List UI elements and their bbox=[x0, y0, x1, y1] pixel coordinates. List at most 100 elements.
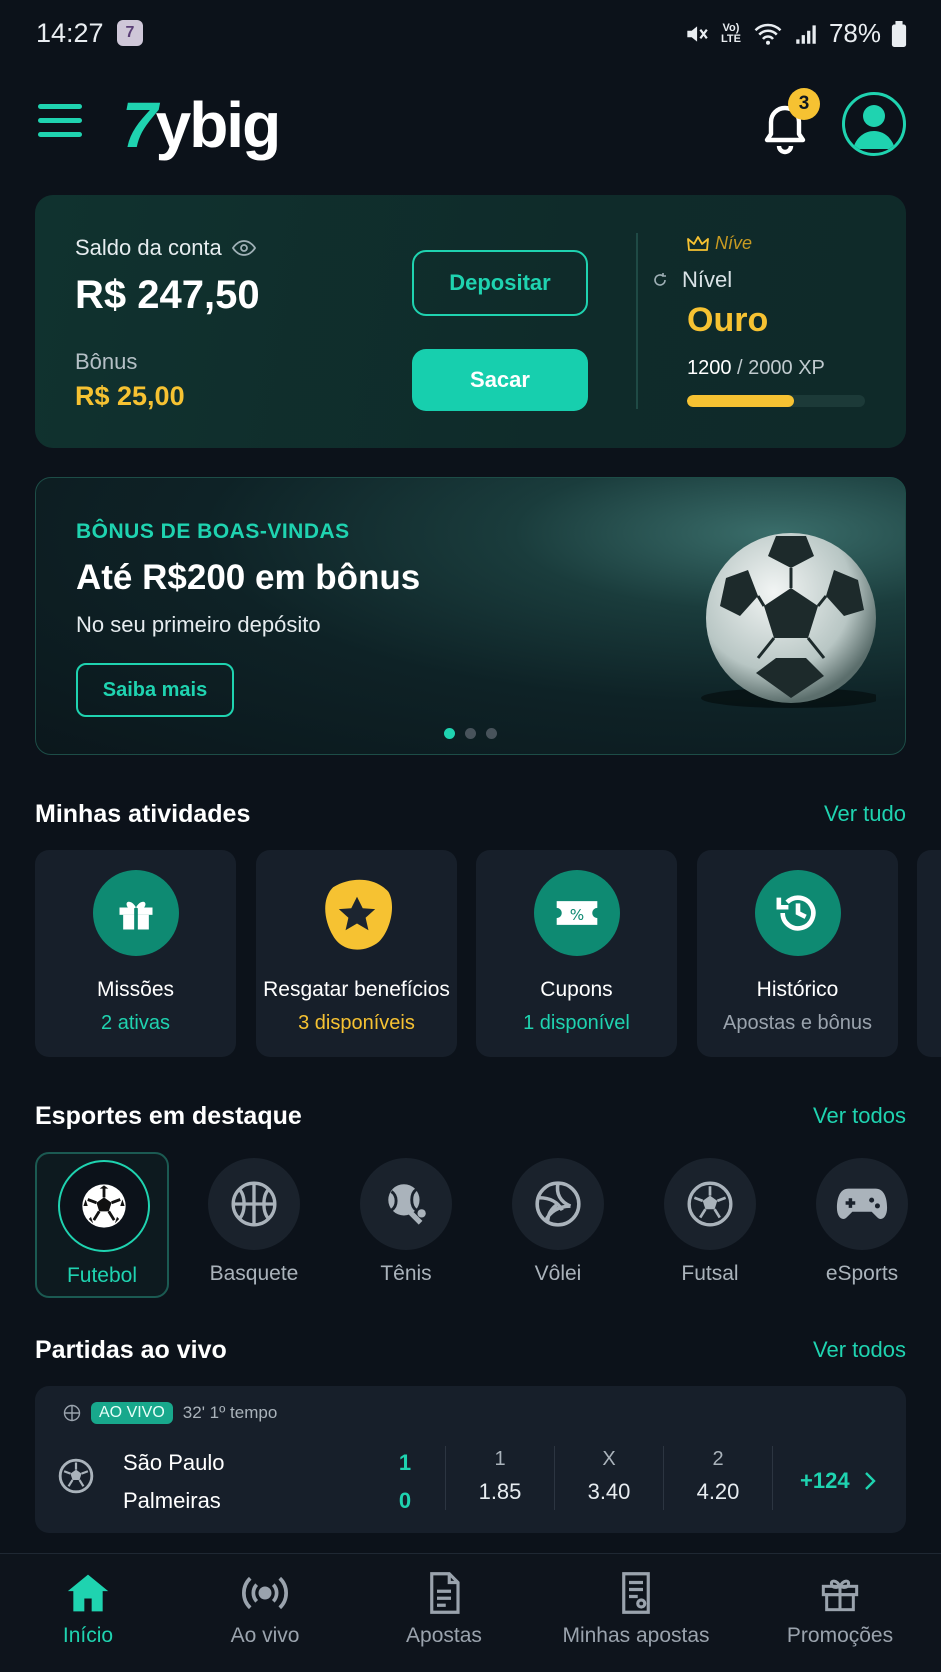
level-value: Ouro bbox=[687, 301, 769, 339]
mute-icon bbox=[687, 25, 708, 42]
bets-document-icon bbox=[430, 1572, 460, 1614]
activity-subtitle: Apostas e bônus bbox=[723, 1012, 872, 1034]
refresh-icon bbox=[654, 273, 666, 286]
bonus-label: Bônus bbox=[75, 349, 138, 374]
learn-more-button[interactable]: Saiba mais bbox=[76, 663, 234, 717]
coupon-icon: % bbox=[534, 870, 620, 956]
deposit-button[interactable]: Depositar bbox=[412, 250, 588, 316]
promo-banner[interactable]: BÔNUS DE BOAS-VINDAS Até R$200 em bônus … bbox=[35, 477, 906, 755]
activity-subtitle: 2 ativas bbox=[101, 1012, 170, 1034]
app-logo[interactable]: 7ybig bbox=[122, 88, 281, 162]
level-label: Nível bbox=[652, 267, 732, 293]
bottom-navigation: Início Ao vivo Apostas Minhas apostas Pr… bbox=[0, 1553, 941, 1672]
crown-icon bbox=[687, 235, 709, 251]
sport-tab-volei[interactable]: Vôlei bbox=[491, 1152, 625, 1298]
basketball-icon bbox=[208, 1158, 300, 1250]
banner-dot-2[interactable] bbox=[465, 728, 476, 739]
card-divider bbox=[636, 233, 638, 409]
odd-value: 3.40 bbox=[587, 1479, 631, 1504]
sport-label: Tênis bbox=[380, 1262, 432, 1285]
sport-label: Vôlei bbox=[534, 1262, 582, 1285]
soccer-ball-image bbox=[701, 533, 876, 708]
sport-tab-basquete[interactable]: Basquete bbox=[187, 1152, 321, 1298]
battery-icon bbox=[891, 20, 907, 47]
odd-label: 2 bbox=[712, 1448, 724, 1470]
chevron-right-icon bbox=[864, 1472, 876, 1490]
odd-draw-button[interactable]: X 3.40 bbox=[559, 1446, 659, 1516]
soccer-ball-icon bbox=[58, 1160, 150, 1252]
nav-bets[interactable]: Apostas bbox=[394, 1572, 494, 1648]
banner-pagination bbox=[444, 728, 497, 739]
status-bar: 14:27 7 Vo) LTE 78% bbox=[0, 0, 941, 68]
balance-value: R$ 247,50 bbox=[75, 273, 260, 317]
activity-card-missions[interactable]: Missões 2 ativas bbox=[35, 850, 236, 1057]
banner-subtitle: No seu primeiro depósito bbox=[76, 612, 321, 637]
activity-subtitle: 1 disponível bbox=[523, 1012, 630, 1034]
status-time: 14:27 bbox=[36, 18, 104, 48]
nav-my-bets[interactable]: Minhas apostas bbox=[556, 1572, 716, 1648]
live-see-all-link[interactable]: Ver todos bbox=[813, 1337, 906, 1363]
futsal-ball-icon bbox=[664, 1158, 756, 1250]
sports-carousel[interactable]: Futebol Basquete Tênis Vôlei Futsal eSpo… bbox=[35, 1152, 941, 1298]
odd-away-button[interactable]: 2 4.20 bbox=[668, 1446, 768, 1516]
odds-divider bbox=[663, 1446, 664, 1510]
xp-text: 1200 / 2000 XP bbox=[687, 357, 825, 379]
nav-home[interactable]: Início bbox=[50, 1572, 126, 1648]
activity-title: Cupons bbox=[540, 978, 613, 1001]
odd-value: 4.20 bbox=[696, 1479, 740, 1504]
menu-button[interactable] bbox=[38, 104, 82, 142]
notification-badge: 3 bbox=[788, 88, 820, 120]
sport-label: Futebol bbox=[66, 1264, 138, 1287]
odd-label: X bbox=[602, 1448, 616, 1470]
svg-text:%: % bbox=[570, 906, 584, 924]
eye-icon[interactable] bbox=[231, 239, 256, 257]
match-time: 32' 1º tempo bbox=[182, 1403, 278, 1422]
xp-progress-bar bbox=[687, 395, 865, 407]
home-score: 1 bbox=[398, 1450, 412, 1475]
odds-divider bbox=[772, 1446, 773, 1510]
sport-tab-futebol[interactable]: Futebol bbox=[35, 1152, 169, 1298]
away-team: Palmeiras bbox=[123, 1488, 221, 1513]
nav-promotions[interactable]: Promoções bbox=[780, 1572, 900, 1648]
banner-dot-1[interactable] bbox=[444, 728, 455, 739]
activity-card-partial[interactable] bbox=[917, 850, 941, 1057]
activity-card-coupons[interactable]: % Cupons 1 disponível bbox=[476, 850, 677, 1057]
user-icon bbox=[853, 105, 895, 149]
activities-carousel[interactable]: Missões 2 ativas Resgatar benefícios 3 d… bbox=[35, 850, 941, 1058]
status-icons: Vo) LTE 78% bbox=[683, 18, 907, 49]
tennis-icon bbox=[360, 1158, 452, 1250]
sport-tab-esports[interactable]: eSports bbox=[795, 1152, 929, 1298]
odd-label: 1 bbox=[494, 1448, 506, 1470]
activities-see-all-link[interactable]: Ver tudo bbox=[824, 801, 906, 827]
nav-live[interactable]: Ao vivo bbox=[220, 1572, 310, 1648]
odd-value: 1.85 bbox=[478, 1479, 522, 1504]
activities-title: Minhas atividades bbox=[35, 800, 251, 828]
globe-icon bbox=[63, 1404, 81, 1422]
bonus-value: R$ 25,00 bbox=[75, 381, 185, 411]
sport-label: Futsal bbox=[681, 1262, 739, 1285]
odds-divider bbox=[445, 1446, 446, 1510]
odd-home-button[interactable]: 1 1.85 bbox=[450, 1446, 550, 1516]
avatar[interactable] bbox=[842, 92, 906, 156]
app-notification-icon: 7 bbox=[117, 20, 143, 46]
activity-card-history[interactable]: Histórico Apostas e bônus bbox=[697, 850, 898, 1057]
banner-title: Até R$200 em bônus bbox=[76, 558, 421, 597]
live-match-card[interactable]: AO VIVO 32' 1º tempo São Paulo Palmeiras… bbox=[35, 1386, 906, 1533]
history-icon bbox=[755, 870, 841, 956]
battery-percent: 78% bbox=[828, 18, 881, 48]
match-status-row: AO VIVO 32' 1º tempo bbox=[63, 1402, 277, 1424]
withdraw-button[interactable]: Sacar bbox=[412, 349, 588, 411]
banner-dot-3[interactable] bbox=[486, 728, 497, 739]
balance-card: Saldo da conta R$ 247,50 Bônus R$ 25,00 … bbox=[35, 195, 906, 448]
sport-tab-futsal[interactable]: Futsal bbox=[643, 1152, 777, 1298]
signal-icon bbox=[796, 24, 816, 44]
gift-icon bbox=[821, 1579, 859, 1612]
sports-see-all-link[interactable]: Ver todos bbox=[813, 1103, 906, 1129]
activity-card-benefits[interactable]: Resgatar benefícios 3 disponíveis bbox=[256, 850, 457, 1057]
odds-divider bbox=[554, 1446, 555, 1510]
banner-kicker: BÔNUS DE BOAS-VINDAS bbox=[76, 520, 350, 543]
gamepad-icon bbox=[816, 1158, 908, 1250]
soccer-ball-icon bbox=[58, 1458, 94, 1494]
sport-tab-tenis[interactable]: Tênis bbox=[339, 1152, 473, 1298]
more-markets-button[interactable]: +124 bbox=[800, 1468, 876, 1494]
